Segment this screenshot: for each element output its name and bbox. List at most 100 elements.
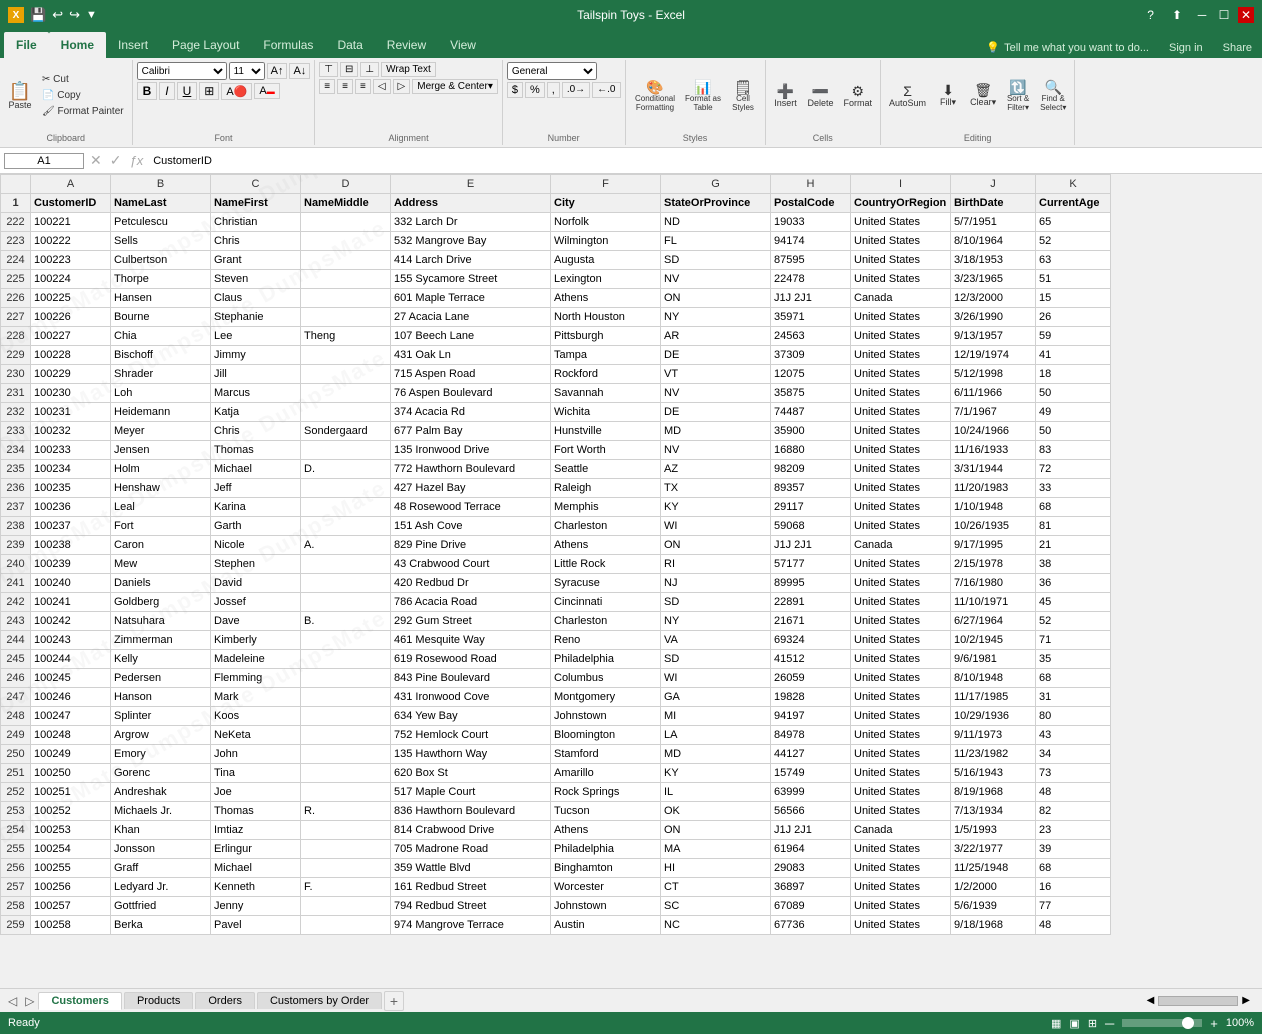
tab-file[interactable]: File [4, 32, 49, 58]
cell-i[interactable]: United States [851, 726, 951, 745]
cell-f[interactable]: Wilmington [551, 232, 661, 251]
cell-h[interactable]: 12075 [771, 365, 851, 384]
cell-d[interactable] [301, 251, 391, 270]
cell-i[interactable]: United States [851, 783, 951, 802]
cell-f[interactable]: Fort Worth [551, 441, 661, 460]
cell-b[interactable]: Goldberg [111, 593, 211, 612]
cell-g[interactable]: VT [661, 365, 771, 384]
cell-d[interactable] [301, 308, 391, 327]
cell-h[interactable]: 22891 [771, 593, 851, 612]
cell-b[interactable]: Jonsson [111, 840, 211, 859]
cell-k[interactable]: 52 [1036, 232, 1111, 251]
cell-j[interactable]: 10/29/1936 [951, 707, 1036, 726]
close-button[interactable]: ✕ [1238, 7, 1254, 23]
view-normal-icon[interactable]: ▦ [1051, 1017, 1061, 1030]
cell-e[interactable]: 772 Hawthorn Boulevard [391, 460, 551, 479]
cell-g[interactable]: WI [661, 669, 771, 688]
cell-h[interactable]: 35900 [771, 422, 851, 441]
cell-b[interactable]: Loh [111, 384, 211, 403]
header-cell-f[interactable]: City [551, 194, 661, 213]
cell-c[interactable]: Nicole [211, 536, 301, 555]
cell-f[interactable]: Charleston [551, 612, 661, 631]
cell-f[interactable]: Little Rock [551, 555, 661, 574]
cell-b[interactable]: Natsuhara [111, 612, 211, 631]
sort-filter-button[interactable]: 🔃 Sort &Filter▾ [1002, 78, 1034, 114]
cell-i[interactable]: United States [851, 232, 951, 251]
cell-j[interactable]: 10/2/1945 [951, 631, 1036, 650]
cell-f[interactable]: Bloomington [551, 726, 661, 745]
cell-d[interactable]: B. [301, 612, 391, 631]
col-header-j[interactable]: J [951, 175, 1036, 194]
cell-a[interactable]: 100253 [31, 821, 111, 840]
font-color-button[interactable]: A▬ [254, 83, 279, 99]
cell-a[interactable]: 100228 [31, 346, 111, 365]
cell-j[interactable]: 12/3/2000 [951, 289, 1036, 308]
cell-j[interactable]: 1/10/1948 [951, 498, 1036, 517]
cell-d[interactable] [301, 346, 391, 365]
cell-b[interactable]: Chia [111, 327, 211, 346]
cell-j[interactable]: 8/10/1948 [951, 669, 1036, 688]
cell-b[interactable]: Pedersen [111, 669, 211, 688]
cell-b[interactable]: Meyer [111, 422, 211, 441]
cell-c[interactable]: Imtiaz [211, 821, 301, 840]
cell-c[interactable]: Jenny [211, 897, 301, 916]
cell-k[interactable]: 33 [1036, 479, 1111, 498]
tab-home[interactable]: Home [49, 32, 106, 58]
cell-k[interactable]: 52 [1036, 612, 1111, 631]
cell-k[interactable]: 68 [1036, 669, 1111, 688]
cell-h[interactable]: 22478 [771, 270, 851, 289]
cell-g[interactable]: HI [661, 859, 771, 878]
cell-h[interactable]: 56566 [771, 802, 851, 821]
cell-j[interactable]: 3/26/1990 [951, 308, 1036, 327]
cell-b[interactable]: Caron [111, 536, 211, 555]
number-format-select[interactable]: General [507, 62, 597, 80]
col-header-e[interactable]: E [391, 175, 551, 194]
cell-e[interactable]: 814 Crabwood Drive [391, 821, 551, 840]
cell-i[interactable]: United States [851, 916, 951, 935]
quick-access-undo[interactable]: ↩ [52, 7, 63, 23]
col-header-d[interactable]: D [301, 175, 391, 194]
border-button[interactable]: ⊞ [199, 82, 219, 100]
cell-g[interactable]: OK [661, 802, 771, 821]
cell-i[interactable]: United States [851, 650, 951, 669]
cell-e[interactable]: 374 Acacia Rd [391, 403, 551, 422]
cell-b[interactable]: Berka [111, 916, 211, 935]
cell-d[interactable] [301, 897, 391, 916]
font-size-increase-button[interactable]: A↑ [267, 63, 288, 79]
cell-h[interactable]: 61964 [771, 840, 851, 859]
font-size-select[interactable]: 11 [229, 62, 265, 80]
cell-a[interactable]: 100255 [31, 859, 111, 878]
cell-c[interactable]: Steven [211, 270, 301, 289]
fill-button[interactable]: ⬇ Fill▾ [932, 81, 964, 110]
cell-a[interactable]: 100239 [31, 555, 111, 574]
cell-g[interactable]: NJ [661, 574, 771, 593]
cell-c[interactable]: Chris [211, 422, 301, 441]
cell-f[interactable]: Athens [551, 536, 661, 555]
cell-h[interactable]: 84978 [771, 726, 851, 745]
font-size-decrease-button[interactable]: A↓ [289, 63, 310, 79]
cell-k[interactable]: 59 [1036, 327, 1111, 346]
cell-i[interactable]: United States [851, 878, 951, 897]
cell-f[interactable]: Athens [551, 821, 661, 840]
cell-h[interactable]: 44127 [771, 745, 851, 764]
cell-k[interactable]: 16 [1036, 878, 1111, 897]
cell-g[interactable]: DE [661, 403, 771, 422]
cell-j[interactable]: 3/23/1965 [951, 270, 1036, 289]
cell-f[interactable]: Rockford [551, 365, 661, 384]
cell-e[interactable]: 427 Hazel Bay [391, 479, 551, 498]
cell-f[interactable]: Binghamton [551, 859, 661, 878]
scroll-left-icon[interactable]: ◁ [4, 992, 21, 1010]
cell-g[interactable]: NV [661, 441, 771, 460]
cell-c[interactable]: Thomas [211, 441, 301, 460]
cell-c[interactable]: Stephanie [211, 308, 301, 327]
cell-h[interactable]: J1J 2J1 [771, 821, 851, 840]
cell-d[interactable] [301, 232, 391, 251]
cell-a[interactable]: 100225 [31, 289, 111, 308]
cell-h[interactable]: 89995 [771, 574, 851, 593]
cell-a[interactable]: 100230 [31, 384, 111, 403]
cell-j[interactable]: 11/25/1948 [951, 859, 1036, 878]
cell-b[interactable]: Daniels [111, 574, 211, 593]
cut-button[interactable]: ✂ Cut [38, 72, 128, 87]
cell-k[interactable]: 72 [1036, 460, 1111, 479]
cell-i[interactable]: United States [851, 764, 951, 783]
